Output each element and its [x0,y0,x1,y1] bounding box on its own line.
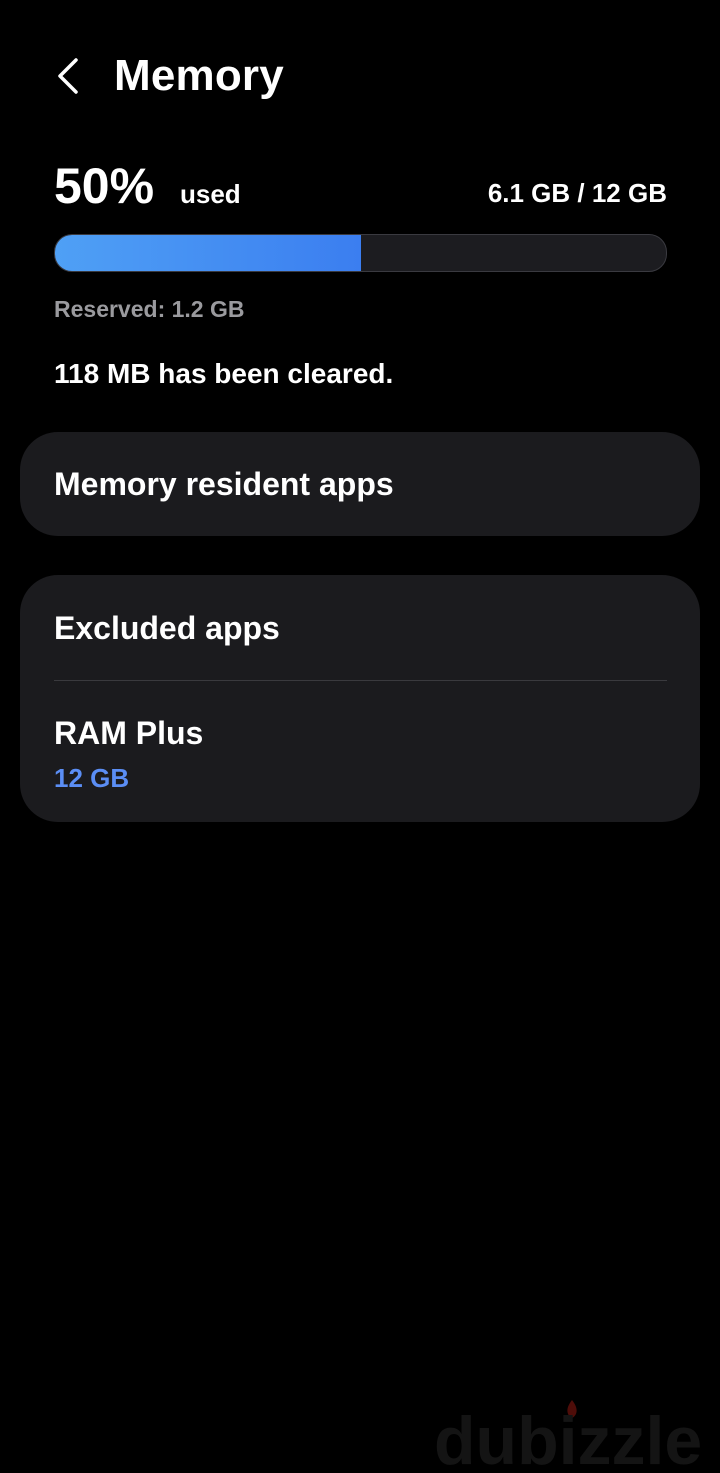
memory-usage-summary: 50% used 6.1 GB / 12 GB [54,156,667,216]
back-button[interactable] [40,48,96,104]
usage-percent: 50% [54,158,155,214]
top-app-bar: Memory [0,40,720,112]
divider [54,680,667,681]
usage-amount: 6.1 GB / 12 GB [487,178,667,208]
reserved-memory-text: Reserved: 1.2 GB [54,296,245,322]
memory-usage-bar [54,234,667,272]
memory-resident-apps-card[interactable]: Memory resident apps [20,432,700,536]
dubizzle-logo-icon: dubizzle [434,1400,702,1473]
ram-plus-item[interactable]: RAM Plus [54,713,203,753]
page-title: Memory [114,51,284,100]
excluded-apps-item[interactable]: Excluded apps [54,608,280,648]
ram-plus-value: 12 GB [54,763,130,793]
svg-text:dubizzle: dubizzle [434,1403,702,1468]
memory-usage-bar-fill [55,235,361,271]
chevron-left-icon [58,58,78,94]
watermark-logo: dubizzle [434,1396,720,1473]
memory-settings-card: Excluded apps RAM Plus 12 GB [20,575,700,822]
usage-used-label: used [180,179,241,209]
memory-resident-apps-item[interactable]: Memory resident apps [54,464,394,504]
cleared-message: 118 MB has been cleared. [54,358,394,389]
